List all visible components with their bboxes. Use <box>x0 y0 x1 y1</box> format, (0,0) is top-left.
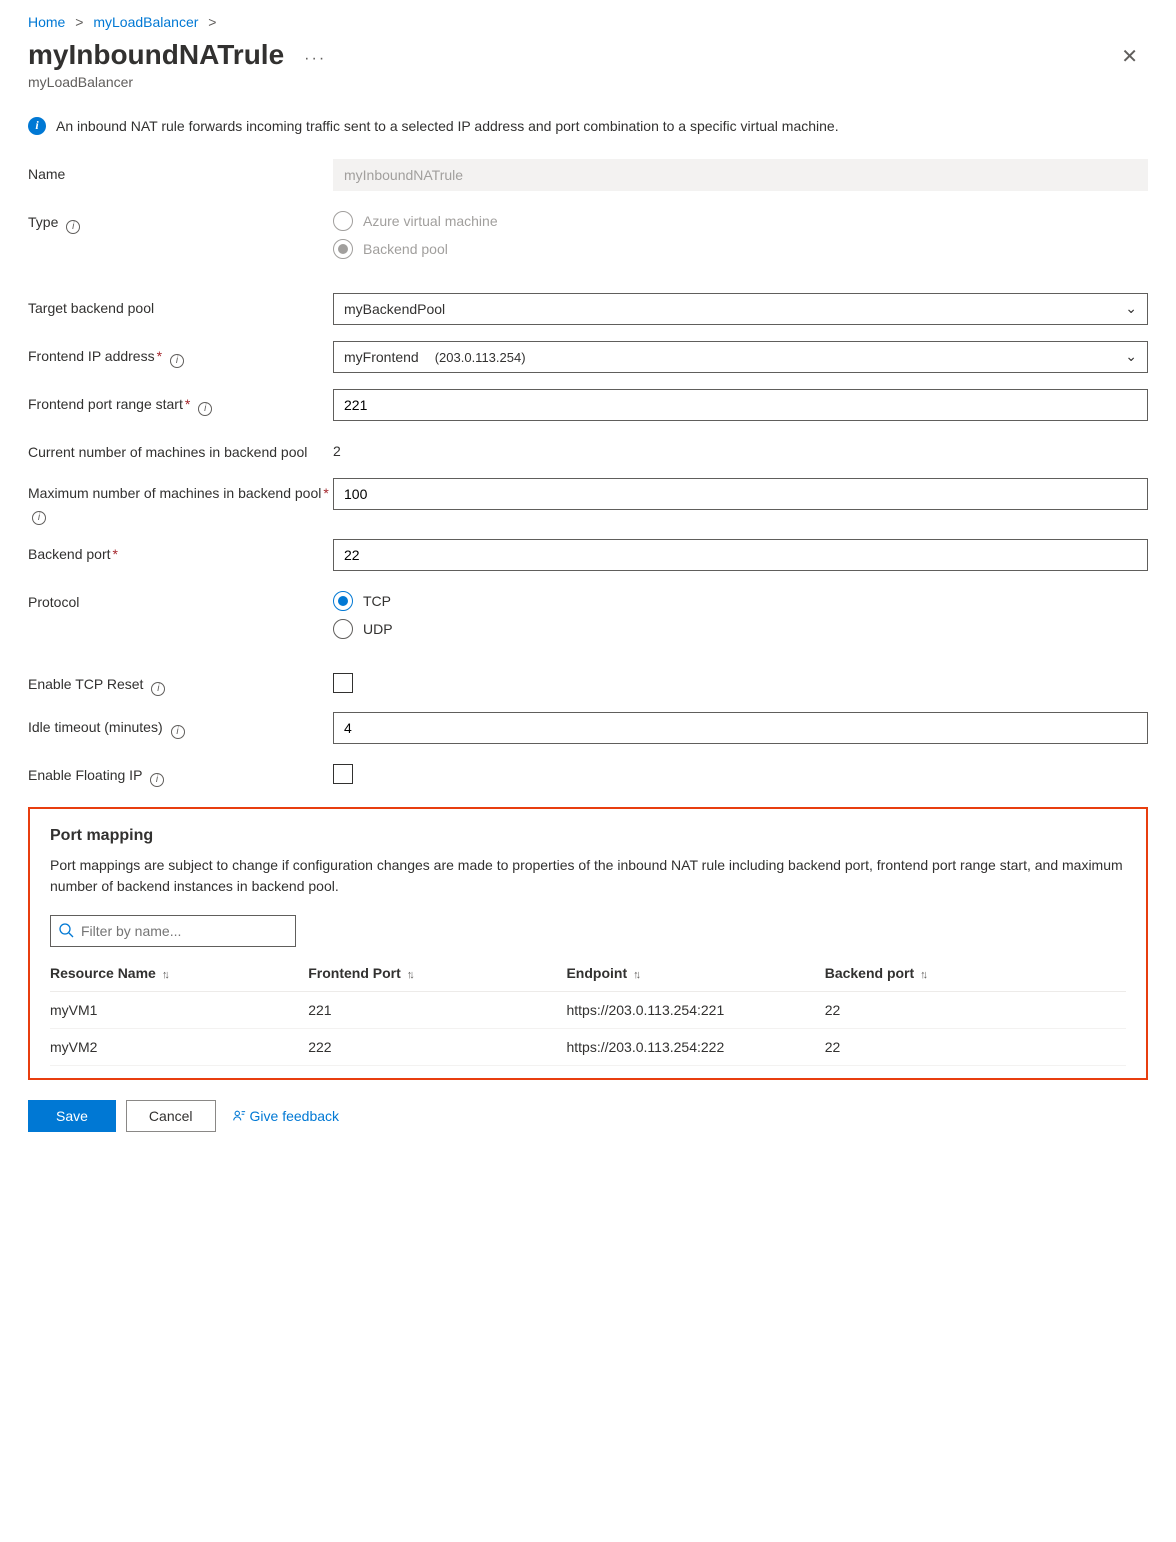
cell-resource: myVM2 <box>50 1029 308 1066</box>
port-mapping-table: Resource Name↑↓ Frontend Port↑↓ Endpoint… <box>50 957 1126 1066</box>
radio-label-vm: Azure virtual machine <box>363 213 498 229</box>
cell-fport: 222 <box>308 1029 566 1066</box>
page-title: myInboundNATrule <box>28 38 284 72</box>
label-protocol: Protocol <box>28 587 333 613</box>
cell-bport: 22 <box>825 992 1126 1029</box>
label-max-machines: Maximum number of machines in backend po… <box>28 478 333 523</box>
breadcrumb-home[interactable]: Home <box>28 14 65 30</box>
label-backend-port: Backend port* <box>28 539 333 565</box>
port-mapping-section: Port mapping Port mappings are subject t… <box>28 807 1148 1080</box>
port-mapping-title: Port mapping <box>50 827 1126 845</box>
label-floating-ip: Enable Floating IP i <box>28 760 333 786</box>
radio-icon <box>333 619 353 639</box>
feedback-icon <box>232 1109 246 1123</box>
frontend-ip-select[interactable]: myFrontend (203.0.113.254) ⌄ <box>333 341 1148 373</box>
col-header-resource[interactable]: Resource Name↑↓ <box>50 957 308 992</box>
info-hint-icon[interactable]: i <box>32 511 46 525</box>
label-type: Type i <box>28 207 333 233</box>
label-name: Name <box>28 159 333 185</box>
sort-icon: ↑↓ <box>920 969 925 981</box>
chevron-right-icon: > <box>208 14 216 30</box>
radio-icon <box>333 239 353 259</box>
feedback-label: Give feedback <box>250 1108 340 1124</box>
radio-icon <box>333 211 353 231</box>
target-pool-value: myBackendPool <box>344 301 445 317</box>
save-button[interactable]: Save <box>28 1100 116 1132</box>
radio-icon <box>333 591 353 611</box>
info-hint-icon[interactable]: i <box>198 402 212 416</box>
radio-label-pool: Backend pool <box>363 241 448 257</box>
label-current-machines: Current number of machines in backend po… <box>28 437 333 463</box>
give-feedback-link[interactable]: Give feedback <box>232 1108 340 1124</box>
cell-bport: 22 <box>825 1029 1126 1066</box>
radio-type-vm: Azure virtual machine <box>333 207 1148 235</box>
more-actions-icon[interactable]: ··· <box>304 50 326 68</box>
name-input <box>333 159 1148 191</box>
breadcrumb: Home > myLoadBalancer > <box>28 14 1148 30</box>
radio-label-udp: UDP <box>363 621 393 637</box>
backend-port-input[interactable] <box>333 539 1148 571</box>
label-port-start: Frontend port range start* i <box>28 389 333 415</box>
info-hint-icon[interactable]: i <box>66 220 80 234</box>
info-hint-icon[interactable]: i <box>171 725 185 739</box>
label-idle-timeout: Idle timeout (minutes) i <box>28 712 333 738</box>
cell-endpoint: https://203.0.113.254:222 <box>566 1029 824 1066</box>
info-hint-icon[interactable]: i <box>151 682 165 696</box>
sort-icon: ↑↓ <box>633 969 638 981</box>
chevron-right-icon: > <box>75 14 83 30</box>
label-target-pool: Target backend pool <box>28 293 333 319</box>
idle-timeout-input[interactable] <box>333 712 1148 744</box>
radio-type-pool: Backend pool <box>333 235 1148 263</box>
label-tcp-reset: Enable TCP Reset i <box>28 669 333 695</box>
info-hint-icon[interactable]: i <box>170 354 184 368</box>
cell-endpoint: https://203.0.113.254:221 <box>566 992 824 1029</box>
floating-ip-checkbox[interactable] <box>333 764 353 784</box>
close-icon[interactable]: ✕ <box>1111 38 1148 75</box>
sort-icon: ↑↓ <box>407 969 412 981</box>
frontend-ip-detail: (203.0.113.254) <box>435 350 526 365</box>
radio-protocol-udp[interactable]: UDP <box>333 615 1148 643</box>
radio-label-tcp: TCP <box>363 593 391 609</box>
page-subtitle: myLoadBalancer <box>28 74 326 90</box>
search-icon <box>58 922 74 941</box>
port-mapping-subtitle: Port mappings are subject to change if c… <box>50 855 1126 897</box>
current-machines-value: 2 <box>333 437 1148 459</box>
col-header-frontend-port[interactable]: Frontend Port↑↓ <box>308 957 566 992</box>
info-icon: i <box>28 117 46 135</box>
cell-fport: 221 <box>308 992 566 1029</box>
label-frontend-ip: Frontend IP address* i <box>28 341 333 367</box>
breadcrumb-parent[interactable]: myLoadBalancer <box>93 14 198 30</box>
col-header-endpoint[interactable]: Endpoint↑↓ <box>566 957 824 992</box>
info-text: An inbound NAT rule forwards incoming tr… <box>56 116 839 137</box>
port-mapping-filter-input[interactable] <box>50 915 296 947</box>
table-row[interactable]: myVM2 222 https://203.0.113.254:222 22 <box>50 1029 1126 1066</box>
target-pool-select[interactable]: myBackendPool ⌄ <box>333 293 1148 325</box>
table-row[interactable]: myVM1 221 https://203.0.113.254:221 22 <box>50 992 1126 1029</box>
col-header-backend-port[interactable]: Backend port↑↓ <box>825 957 1126 992</box>
sort-icon: ↑↓ <box>162 969 167 981</box>
max-machines-input[interactable] <box>333 478 1148 510</box>
radio-protocol-tcp[interactable]: TCP <box>333 587 1148 615</box>
frontend-ip-value: myFrontend <box>344 349 419 365</box>
tcp-reset-checkbox[interactable] <box>333 673 353 693</box>
chevron-down-icon: ⌄ <box>1125 300 1137 317</box>
info-hint-icon[interactable]: i <box>150 773 164 787</box>
cell-resource: myVM1 <box>50 992 308 1029</box>
info-banner: i An inbound NAT rule forwards incoming … <box>28 116 1148 137</box>
cancel-button[interactable]: Cancel <box>126 1100 216 1132</box>
chevron-down-icon: ⌄ <box>1125 348 1137 365</box>
port-start-input[interactable] <box>333 389 1148 421</box>
